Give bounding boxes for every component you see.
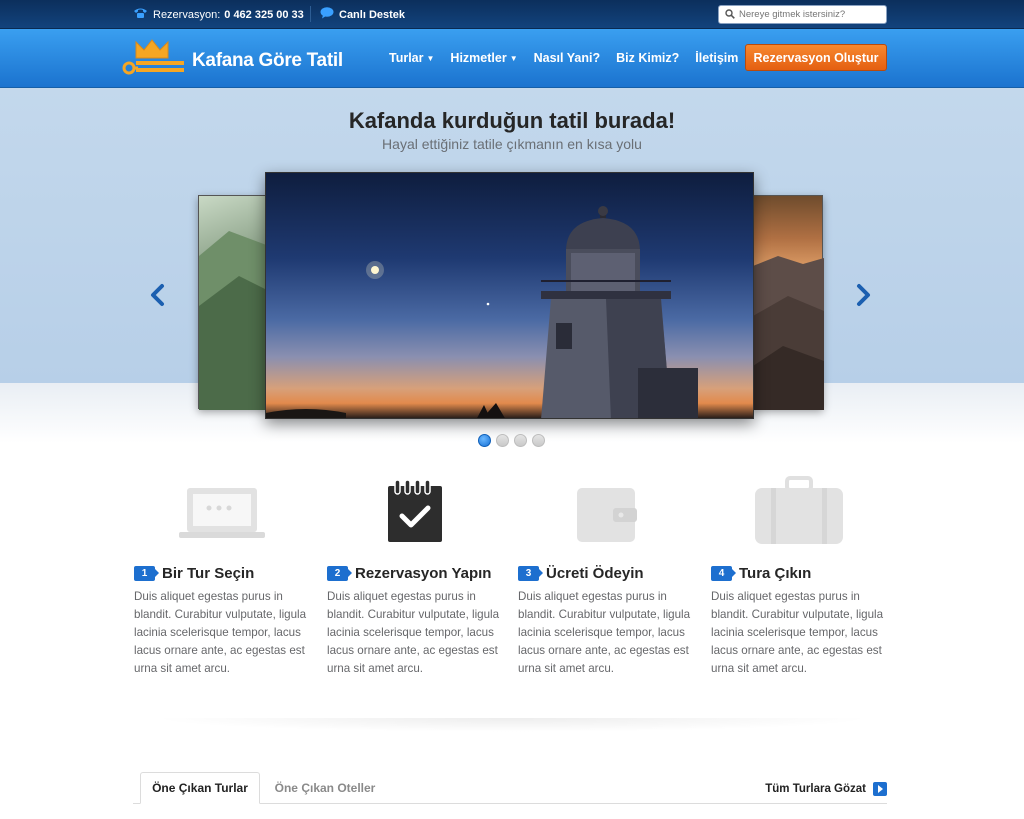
reservation-label: Rezervasyon:	[153, 8, 221, 21]
step-heading: 2 Rezervasyon Yapın	[327, 565, 491, 582]
nav-label: Hizmetler	[450, 51, 507, 65]
slider-next-arrow-icon[interactable]	[853, 283, 873, 307]
logo-text: Kafana Göre Tatil	[192, 49, 343, 71]
tab-featured-hotels[interactable]: Öne Çıkan Oteller	[273, 772, 377, 804]
crown-key-logo-icon	[122, 38, 184, 83]
reservation-phone: Rezervasyon: 0 462 325 00 33	[133, 7, 304, 22]
slider-pagination	[478, 434, 550, 447]
tab-featured-tours[interactable]: Öne Çıkan Turlar	[140, 772, 260, 804]
slider-dot-3[interactable]	[514, 434, 527, 447]
sunset-mountain-image	[753, 256, 824, 410]
main-header: Kafana Göre Tatil Turlar ▼ Hizmetler ▼ N…	[0, 29, 1024, 88]
step-description: Duis aliquet egestas purus in blandit. C…	[134, 590, 307, 675]
suitcase-icon	[753, 476, 845, 551]
hero-subtitle: Hayal ettiğiniz tatile çıkmanın en kısa …	[382, 136, 642, 152]
search-icon	[725, 6, 735, 24]
hero-title: Kafanda kurduğun tatil burada!	[348, 108, 676, 133]
step-heading: 4 Tura Çıkın	[711, 565, 811, 582]
step-title: Rezervasyon Yapın	[355, 565, 492, 582]
step-description: Duis aliquet egestas purus in blandit. C…	[518, 590, 691, 675]
step-heading: 3 Ücreti Ödeyin	[518, 565, 644, 582]
live-support-label: Canlı Destek	[339, 8, 406, 21]
step-title: Bir Tur Seçin	[162, 565, 255, 582]
nav-item-turlar[interactable]: Turlar ▼	[389, 51, 434, 65]
slide-sunset-mountains-preview[interactable]	[752, 195, 824, 410]
caret-down-icon: ▼	[509, 53, 518, 63]
site-logo[interactable]: Kafana Göre Tatil	[122, 38, 343, 83]
section-divider	[150, 718, 874, 732]
step-number-badge: 3	[518, 566, 543, 581]
caret-down-icon: ▼	[426, 53, 435, 63]
notepad-check-icon	[386, 478, 444, 549]
step-description: Duis aliquet egestas purus in blandit. C…	[327, 590, 500, 675]
search-box[interactable]	[718, 5, 887, 24]
nav-item-biz-kimiz[interactable]: Biz Kimiz?	[616, 51, 679, 65]
search-input[interactable]	[739, 9, 879, 20]
slider-prev-arrow-icon[interactable]	[148, 283, 168, 307]
lighthouse-image	[266, 206, 698, 418]
topbar-divider	[310, 6, 311, 22]
nav-label: İletişim	[695, 51, 739, 65]
step-title: Ücreti Ödeyin	[546, 565, 644, 582]
slider-dot-4[interactable]	[532, 434, 545, 447]
step-description: Duis aliquet egestas purus in blandit. C…	[711, 590, 884, 675]
step-number-badge: 2	[327, 566, 352, 581]
nav-item-nasil-yani[interactable]: Nasıl Yani?	[534, 51, 600, 65]
step-title: Tura Çıkın	[739, 565, 812, 582]
nav-label: Nasıl Yani?	[533, 51, 601, 65]
slider-dot-2[interactable]	[496, 434, 509, 447]
nav-label: Turlar	[389, 51, 424, 65]
laptop-icon	[179, 480, 265, 547]
featured-tabs: Öne Çıkan Turlar Öne Çıkan Oteller Tüm T…	[133, 772, 887, 804]
slider-dot-1[interactable]	[478, 434, 491, 447]
step-number-badge: 4	[711, 566, 736, 581]
step-number-badge: 1	[134, 566, 159, 581]
slide-lighthouse[interactable]	[265, 172, 754, 419]
create-reservation-button[interactable]: Rezervasyon Oluştur	[745, 44, 887, 71]
browse-all-tours-label: Tüm Turlara Gözat	[765, 783, 866, 795]
phone-icon	[133, 7, 148, 22]
step-heading: 1 Bir Tur Seçin	[134, 565, 254, 582]
nav-item-hizmetler[interactable]: Hizmetler ▼	[450, 51, 517, 65]
reservation-number[interactable]: 0 462 325 00 33	[224, 9, 304, 21]
main-nav: Turlar ▼ Hizmetler ▼ Nasıl Yani? Biz Kim…	[389, 51, 754, 65]
live-support-link[interactable]: Canlı Destek	[320, 7, 405, 22]
nav-item-iletisim[interactable]: İletişim	[695, 51, 738, 65]
play-arrow-icon	[873, 782, 887, 796]
top-bar: Rezervasyon: 0 462 325 00 33 Canlı Deste…	[0, 0, 1024, 29]
browse-all-tours-link[interactable]: Tüm Turlara Gözat	[765, 782, 887, 796]
wallet-icon	[575, 484, 639, 549]
chat-bubble-icon	[320, 7, 334, 22]
slide-mountains-preview[interactable]	[198, 195, 269, 410]
nav-label: Biz Kimiz?	[616, 51, 680, 65]
mountain-image	[199, 231, 269, 410]
